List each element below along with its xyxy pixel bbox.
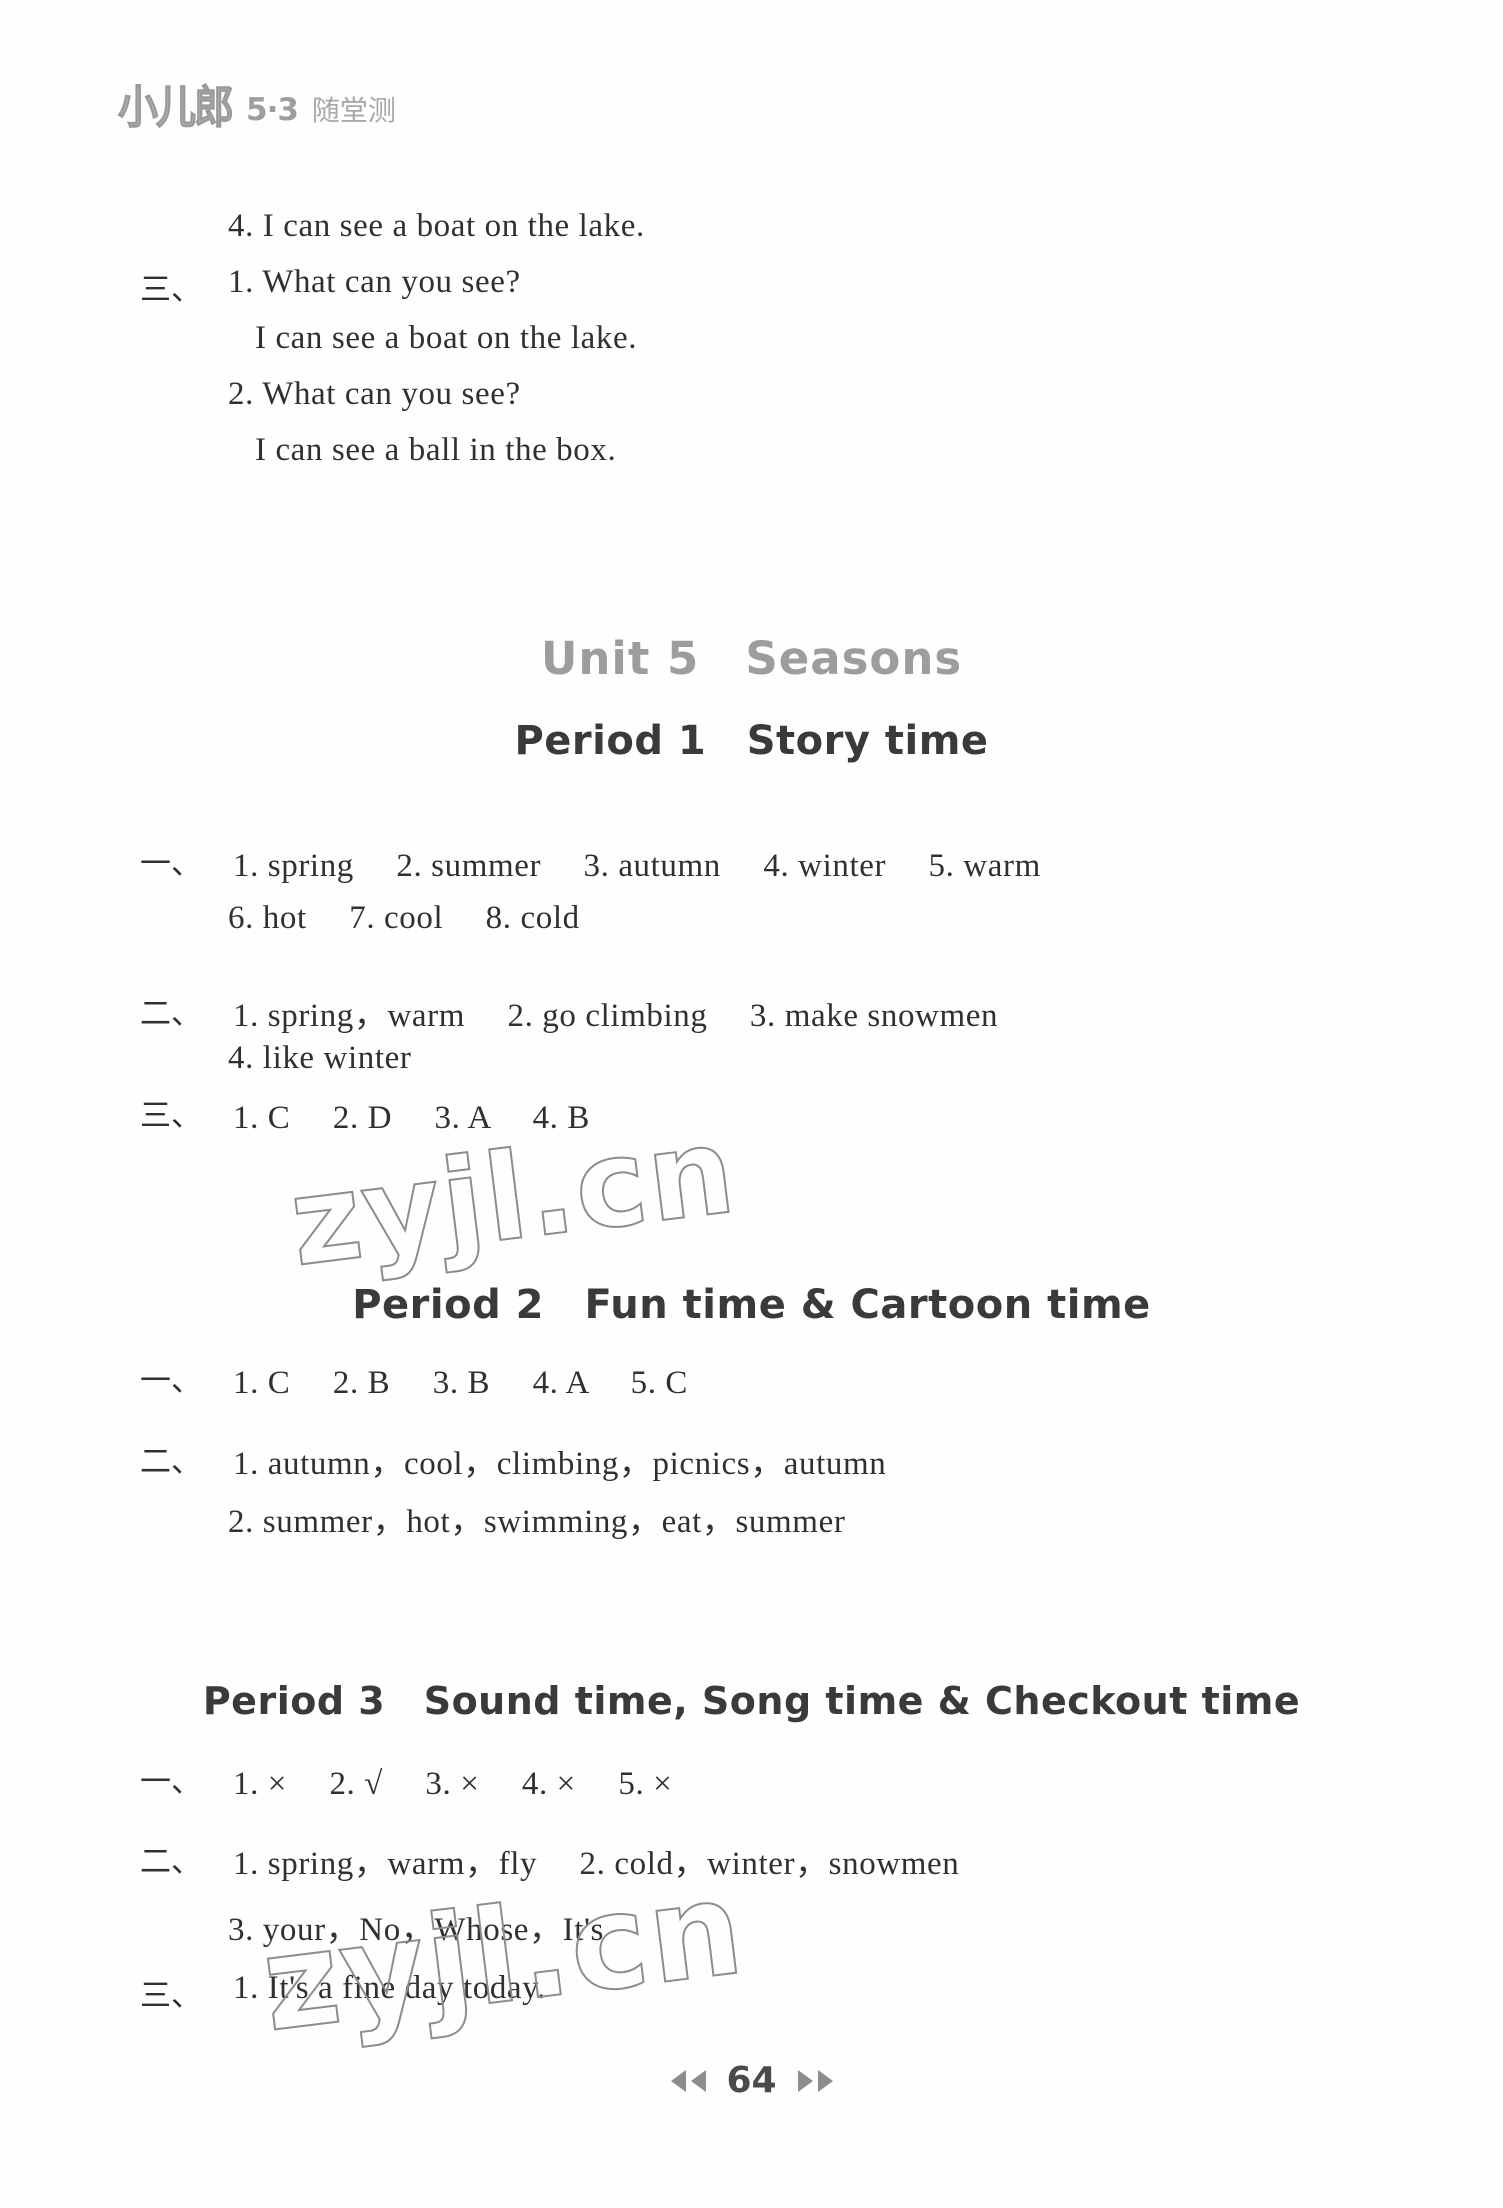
period-2-heading: Period 2 Fun time & Cartoon time [352, 1282, 1151, 1328]
prev-page-arrows[interactable] [670, 2069, 706, 2092]
page-footer: 64 [0, 2060, 1503, 2101]
answer-line: 1. spring，warm，fly 2. cold，winter，snowme… [233, 1846, 960, 1882]
masthead: 小儿郎 5·3 随堂测 [118, 82, 396, 134]
chevron-left-icon [670, 2069, 686, 2092]
chevron-right-icon [797, 2069, 813, 2092]
next-page-arrows[interactable] [797, 2069, 833, 2092]
answer-line: 1. C 2. D 3. A 4. B [233, 1100, 590, 1136]
answer-line: 2. summer，hot，swimming，eat，summer [228, 1504, 846, 1540]
answer-key-page: 小儿郎 5·3 随堂测 4. I can see a boat on the l… [0, 0, 1503, 2208]
page-number: 64 [726, 2060, 777, 2101]
answer-group-marker: 一、 [140, 1363, 202, 1399]
answer-group-marker: 一、 [140, 1764, 202, 1800]
answer-line: 1. spring 2. summer 3. autumn 4. winter … [233, 848, 1041, 884]
chevron-left-icon [690, 2069, 706, 2092]
unit-heading: Unit 5 Seasons [540, 632, 963, 685]
answer-group-marker: 二、 [140, 996, 202, 1032]
brand-subtitle: 随堂测 [311, 94, 396, 127]
answer-group-marker: 三、 [140, 272, 202, 308]
answer-line: 4. I can see a boat on the lake. [228, 208, 645, 244]
answer-line: 1. spring，warm 2. go climbing 3. make sn… [233, 998, 999, 1034]
answer-line: I can see a ball in the box. [255, 432, 617, 468]
chevron-right-icon [817, 2069, 833, 2092]
answer-line: 1. × 2. √ 3. × 4. × 5. × [233, 1766, 673, 1802]
answer-line: 4. like winter [228, 1040, 412, 1076]
answer-group-marker: 三、 [140, 1098, 202, 1134]
answer-line: 1. C 2. B 3. B 4. A 5. C [233, 1365, 689, 1401]
answer-group-marker: 二、 [140, 1844, 202, 1880]
answer-line: 6. hot 7. cool 8. cold [228, 900, 580, 936]
answer-group-marker: 三、 [140, 1978, 202, 2014]
answer-group-marker: 二、 [140, 1444, 202, 1480]
period-1-heading: Period 1 Story time [514, 718, 989, 764]
answer-group-marker: 一、 [140, 846, 202, 882]
answer-line: 1. What can you see? [228, 264, 521, 300]
brand-series: 5·3 [246, 92, 299, 128]
answer-line: I can see a boat on the lake. [255, 320, 638, 356]
period-3-heading: Period 3 Sound time, Song time & Checkou… [202, 1679, 1301, 1723]
answer-line: 1. It's a fine day today. [233, 1970, 546, 2006]
answer-line: 3. your，No，Whose，It's [228, 1912, 605, 1948]
answer-line: 1. autumn，cool，climbing，picnics，autumn [233, 1446, 887, 1482]
brand-logo: 小儿郎 [118, 82, 235, 134]
answer-line: 2. What can you see? [228, 376, 521, 412]
